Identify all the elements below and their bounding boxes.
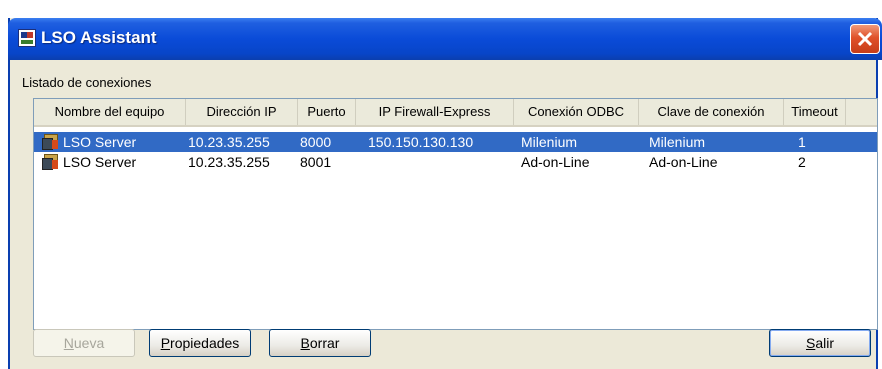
cell-name: LSO Server [63, 154, 137, 170]
cell-odbc: Ad-on-Line [521, 154, 590, 170]
title-bar[interactable]: LSO Assistant [8, 18, 882, 60]
salir-mnemonic: S [805, 335, 816, 351]
propiedades-mnemonic: P [160, 335, 171, 351]
table-row[interactable]: LSO Server 10.23.35.255 8000 150.150.130… [34, 132, 877, 152]
column-header-odbc[interactable]: Conexión ODBC [514, 99, 639, 125]
propiedades-button[interactable]: Propiedades [149, 329, 251, 357]
column-header-port[interactable]: Puerto [298, 99, 356, 125]
cell-timeout: 2 [798, 154, 806, 170]
salir-label: alir [815, 335, 834, 351]
salir-button[interactable]: Salir [769, 329, 871, 357]
column-header-timeout[interactable]: Timeout [784, 99, 846, 125]
connections-group-label: Listado de conexiones [22, 75, 152, 90]
close-icon [857, 31, 873, 47]
app-icon [18, 29, 36, 47]
table-row[interactable]: LSO Server 10.23.35.255 8001 Ad-on-Line … [34, 152, 877, 172]
cell-name: LSO Server [63, 134, 137, 150]
propiedades-label: ropiedades [170, 335, 240, 351]
lso-assistant-window: LSO Assistant Listado de conexiones Nomb… [8, 18, 882, 369]
cell-ip: 10.23.35.255 [188, 154, 270, 170]
cell-timeout: 1 [798, 134, 806, 150]
cell-port: 8000 [300, 134, 332, 150]
borrar-label: orrar [309, 335, 340, 351]
cell-key: Ad-on-Line [649, 154, 718, 170]
connections-list[interactable]: Nombre del equipo Dirección IP Puerto IP… [33, 98, 878, 330]
close-button[interactable] [850, 24, 880, 54]
window-title: LSO Assistant [41, 28, 157, 47]
nueva-mnemonic: N [63, 335, 74, 351]
nueva-button[interactable]: Nueva [33, 329, 135, 357]
borrar-button[interactable]: Borrar [269, 329, 371, 357]
column-header-ip[interactable]: Dirección IP [186, 99, 298, 125]
list-header: Nombre del equipo Dirección IP Puerto IP… [34, 99, 877, 127]
cell-ip: 10.23.35.255 [188, 134, 270, 150]
column-header-firewall[interactable]: IP Firewall-Express [356, 99, 514, 125]
column-header-key[interactable]: Clave de conexión [639, 99, 784, 125]
cell-odbc: Milenium [521, 134, 578, 150]
column-header-name[interactable]: Nombre del equipo [34, 99, 186, 125]
server-icon [41, 133, 59, 151]
nueva-label: ueva [73, 335, 105, 351]
borrar-mnemonic: B [300, 335, 310, 351]
server-icon [41, 153, 59, 171]
cell-key: Milenium [649, 134, 706, 150]
cell-port: 8001 [300, 154, 332, 170]
cell-firewall: 150.150.130.130 [368, 134, 474, 150]
